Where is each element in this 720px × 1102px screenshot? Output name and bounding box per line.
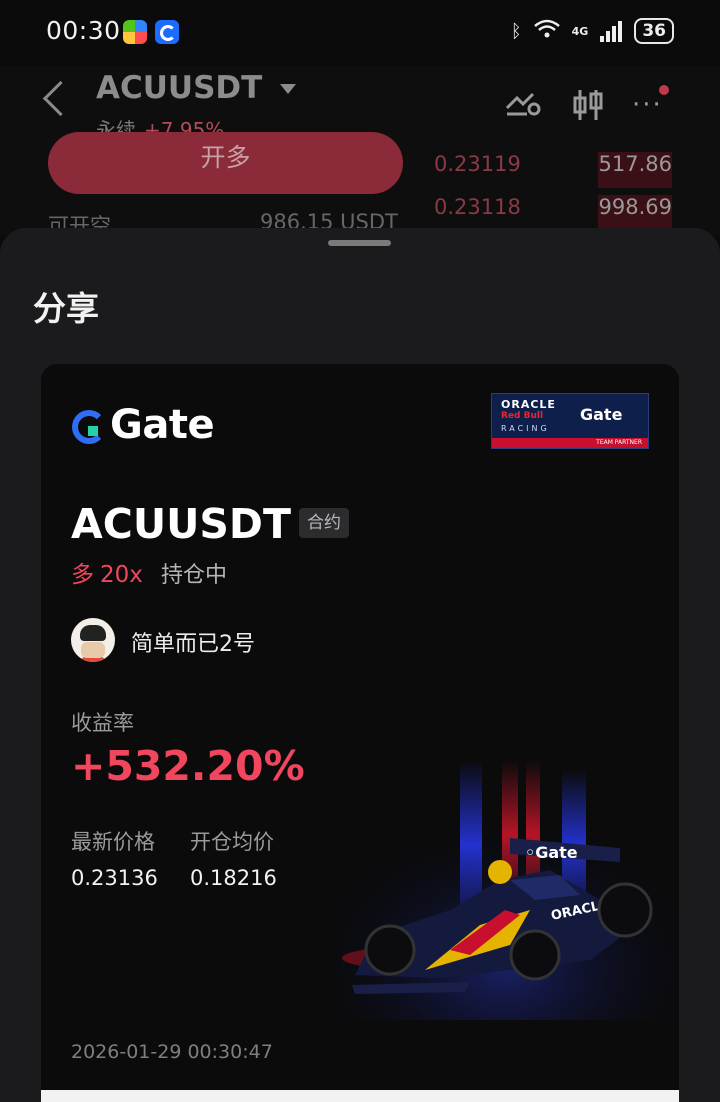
direction-label: 多 xyxy=(71,562,94,588)
orderbook-row[interactable]: 0.23118 998.69 xyxy=(434,195,672,231)
leverage-label: 20x xyxy=(100,562,143,588)
notification-dot xyxy=(659,85,669,95)
yield-label: 收益率 xyxy=(71,711,134,735)
gate-logo-text: Gate xyxy=(110,402,215,448)
ask-qty: 998.69 xyxy=(598,195,672,219)
position-status: 持仓中 xyxy=(161,563,228,588)
gate-app-notification-icon xyxy=(155,20,179,44)
chevron-down-icon[interactable] xyxy=(280,84,296,94)
latest-price-label: 最新价格 xyxy=(71,830,155,854)
signal-icon xyxy=(600,20,623,42)
battery-icon: 36 xyxy=(634,18,674,44)
wifi-icon xyxy=(533,19,560,44)
pair-title[interactable]: ACUUSDT xyxy=(96,70,262,106)
latest-price-value: 0.23136 xyxy=(71,866,158,890)
svg-text:◦Gate: ◦Gate xyxy=(525,843,578,862)
price-alert-icon[interactable] xyxy=(505,88,541,125)
system-icons: ᛒ 4G 36 xyxy=(511,18,674,44)
yield-value: +532.20% xyxy=(71,742,305,790)
racing-car-illustration: ◦Gate ORACLE xyxy=(330,760,679,1020)
app-notification-icon xyxy=(123,20,147,44)
ask-qty: 517.86 xyxy=(598,152,672,176)
oracle-redbull-racing-partner-badge: ORACLE Red Bull RACING Gate TEAM PARTNER xyxy=(491,393,649,449)
open-long-button[interactable]: 开多 xyxy=(48,132,403,194)
position-direction: 多 20x xyxy=(71,555,143,589)
card-pair: ACUUSDT xyxy=(71,500,291,548)
open-avg-value: 0.18216 xyxy=(190,866,277,890)
network-type: 4G xyxy=(571,24,589,38)
username: 简单而已2号 xyxy=(131,632,255,657)
clock: 00:30 xyxy=(46,16,121,45)
sheet-title: 分享 xyxy=(33,289,99,328)
share-timestamp: 2026-01-29 00:30:47 xyxy=(71,1041,273,1063)
candlestick-chart-icon[interactable] xyxy=(572,88,604,129)
card-bottom-bar xyxy=(41,1090,679,1102)
ask-price: 0.23119 xyxy=(434,152,521,176)
orderbook-row[interactable]: 0.23119 517.86 xyxy=(434,152,672,188)
sheet-drag-handle[interactable] xyxy=(328,240,391,246)
bluetooth-icon: ᛒ xyxy=(510,20,522,42)
contract-tag: 合约 xyxy=(299,508,349,538)
ask-price: 0.23118 xyxy=(434,195,521,219)
open-avg-label: 开仓均价 xyxy=(190,830,274,854)
status-bar: 00:30 ᛒ 4G 36 xyxy=(0,0,720,66)
avatar xyxy=(71,618,115,662)
gate-logo-icon xyxy=(72,410,106,444)
more-options-icon[interactable]: ··· xyxy=(632,90,663,120)
